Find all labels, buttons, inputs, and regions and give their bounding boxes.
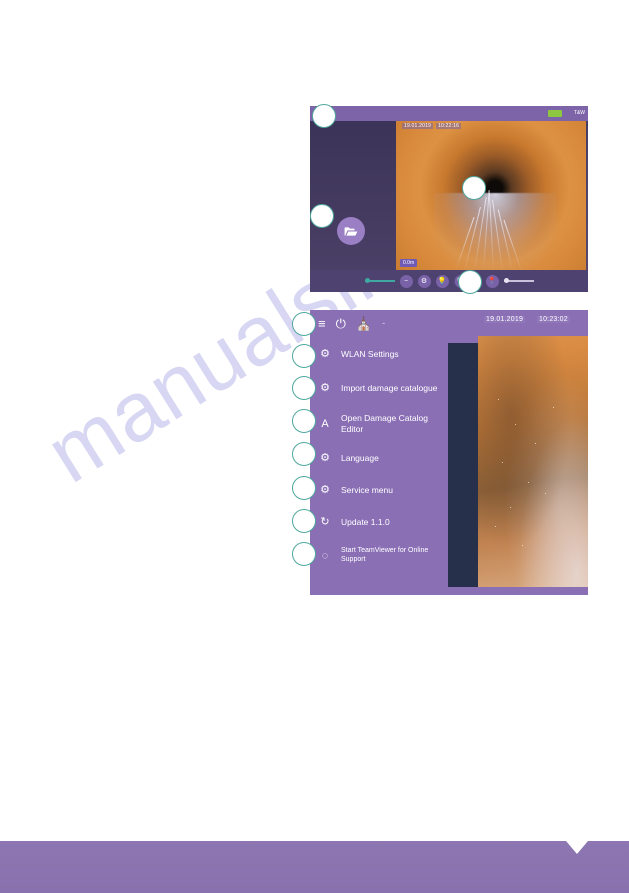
menu-item-update[interactable]: ↻ Update 1.1.0 bbox=[310, 506, 448, 538]
menu-video-feed bbox=[478, 310, 588, 587]
callout-video-center[interactable] bbox=[462, 176, 486, 200]
video-date: 19.01.2019 bbox=[402, 123, 434, 129]
live-video-feed: 19.01.2019 10:22:16 0.0m bbox=[396, 121, 586, 271]
menu-video-time: 10:23:02 bbox=[537, 316, 570, 323]
menu-item-label: Language bbox=[341, 452, 379, 463]
hamburger-icon[interactable]: ≡ bbox=[318, 317, 326, 330]
live-view-toolbar: − ⚙ 💡 🔍 🔎 📍 bbox=[310, 270, 588, 292]
screenshot-live-view: ≡ ⛪ T&W 19.01.2019 10:22:16 0.0m bbox=[310, 106, 588, 292]
refresh-icon: ↻ bbox=[320, 515, 330, 528]
live-view-stage: 19.01.2019 10:22:16 0.0m bbox=[310, 121, 588, 271]
battery-label: T&W bbox=[573, 110, 585, 116]
menu-item-label: Start TeamViewer for Online Support bbox=[341, 547, 429, 563]
menu-item-label: Import damage catalogue bbox=[341, 382, 438, 393]
cogs-icon: ⚙ bbox=[320, 347, 330, 360]
menu-video-date: 19.01.2019 bbox=[484, 316, 526, 323]
menu-item-label: Update 1.1.0 bbox=[341, 516, 390, 527]
letter-a-icon: A bbox=[321, 417, 329, 430]
slider-knob[interactable] bbox=[503, 278, 509, 283]
menu-item-wlan-settings[interactable]: ⚙ WLAN Settings bbox=[310, 338, 448, 370]
home-icon[interactable]: ⛪ bbox=[356, 317, 372, 330]
live-view-sidebar bbox=[310, 121, 396, 270]
open-folder-button[interactable] bbox=[337, 217, 365, 245]
page-footer-bar bbox=[0, 841, 629, 893]
brightness-slider[interactable] bbox=[364, 278, 395, 283]
video-texture bbox=[478, 310, 588, 587]
menu-item-open-damage-catalog-editor[interactable]: A Open Damage Catalog Editor bbox=[310, 406, 448, 442]
footer-notch bbox=[566, 841, 588, 854]
distance-badge: 0.0m bbox=[400, 259, 418, 267]
minus-button[interactable]: − bbox=[399, 274, 413, 288]
menu-item-language[interactable]: ⚙ Language bbox=[310, 442, 448, 474]
callout-menu-button[interactable] bbox=[312, 104, 336, 128]
callout-language[interactable] bbox=[292, 442, 316, 466]
slider-knob[interactable] bbox=[364, 278, 370, 283]
menu-item-start-teamviewer[interactable]: ◌ Start TeamViewer for Online Support bbox=[310, 538, 448, 574]
callout-import[interactable] bbox=[292, 376, 316, 400]
separator-dash: - bbox=[382, 317, 386, 328]
menu-item-import-damage-catalogue[interactable]: ⚙ Import damage catalogue bbox=[310, 370, 448, 406]
teamviewer-icon: ◌ bbox=[321, 549, 329, 562]
callout-open-folder[interactable] bbox=[310, 204, 334, 228]
menu-dark-panel bbox=[448, 343, 478, 587]
callout-wlan[interactable] bbox=[292, 344, 316, 368]
gear-icon: ⚙ bbox=[320, 451, 330, 464]
menu-item-label: WLAN Settings bbox=[341, 348, 399, 359]
video-time: 10:22:16 bbox=[436, 123, 462, 129]
settings-menu-list: ⚙ WLAN Settings ⚙ Import damage catalogu… bbox=[310, 336, 448, 595]
screenshot-settings-menu: ≡ ⏻ ⛪ - ⚙ WLAN Settings ⚙ Import damage … bbox=[310, 310, 588, 595]
menu-item-label: Open Damage Catalog Editor bbox=[341, 413, 428, 434]
cogs-icon: ⚙ bbox=[320, 381, 330, 394]
callout-record-button[interactable] bbox=[458, 270, 482, 294]
debris-spray bbox=[434, 193, 556, 271]
cogs-icon: ⚙ bbox=[320, 483, 330, 496]
menu-item-service-menu[interactable]: ⚙ Service menu bbox=[310, 474, 448, 506]
callout-hamburger[interactable] bbox=[292, 312, 316, 336]
menu-view-topbar: ≡ ⏻ ⛪ - bbox=[310, 310, 588, 336]
lightbulb-button[interactable]: 💡 bbox=[435, 274, 449, 288]
callout-teamviewer[interactable] bbox=[292, 542, 316, 566]
power-icon[interactable]: ⏻ bbox=[336, 317, 346, 330]
callout-update[interactable] bbox=[292, 509, 316, 533]
callout-service[interactable] bbox=[292, 476, 316, 500]
battery-indicator bbox=[548, 110, 562, 117]
location-pin-button[interactable]: 📍 bbox=[485, 274, 499, 288]
live-view-topbar: ≡ ⛪ T&W bbox=[310, 106, 588, 121]
menu-item-label: Service menu bbox=[341, 484, 393, 495]
focus-slider[interactable] bbox=[503, 278, 534, 283]
gear-button[interactable]: ⚙ bbox=[417, 274, 431, 288]
callout-editor[interactable] bbox=[292, 409, 316, 433]
